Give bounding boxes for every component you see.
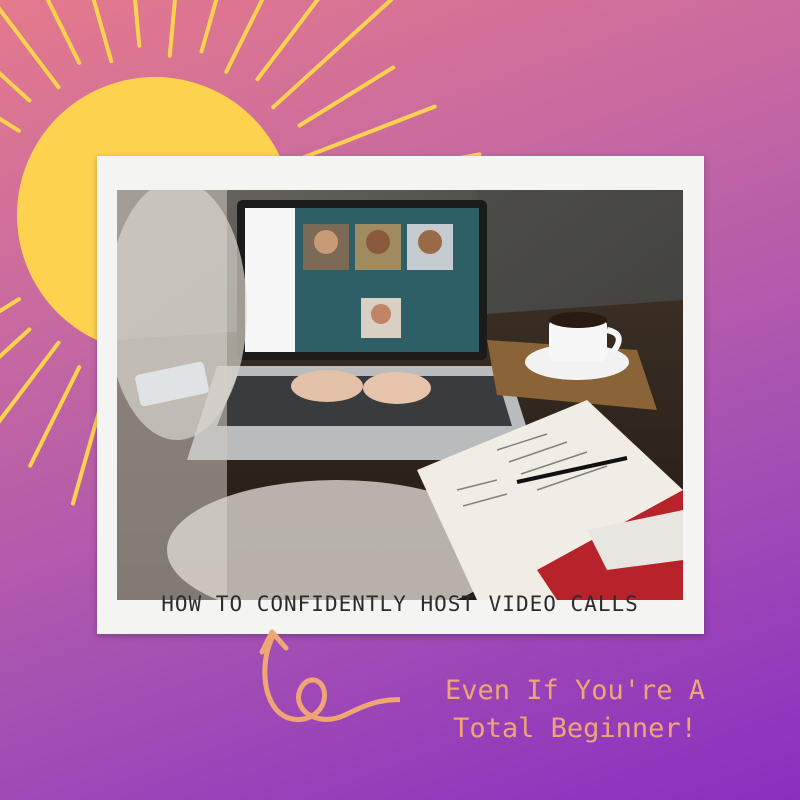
subtitle: Even If You're A Total Beginner! [400, 672, 750, 748]
sun-ray [133, 0, 142, 48]
sun-ray [255, 0, 320, 82]
sun-ray [167, 0, 177, 58]
sun-ray [0, 327, 32, 360]
subtitle-line-2: Total Beginner! [453, 713, 697, 744]
sun-ray [0, 116, 21, 133]
sun-ray [0, 340, 61, 424]
sun-ray [0, 297, 21, 314]
polaroid-frame [97, 156, 704, 634]
sun-ray [28, 365, 82, 468]
sun-ray [45, 0, 82, 65]
subtitle-line-1: Even If You're A [444, 675, 706, 706]
sun-ray [224, 0, 265, 74]
curly-arrow-icon [259, 629, 400, 722]
sun-ray [0, 6, 61, 90]
sun-ray [271, 0, 394, 110]
sun-ray [297, 65, 396, 128]
sun-ray [302, 104, 437, 160]
title-caption: HOW TO CONFIDENTLY HOST VIDEO CALLS [161, 592, 639, 616]
video-call-photo [117, 190, 683, 600]
